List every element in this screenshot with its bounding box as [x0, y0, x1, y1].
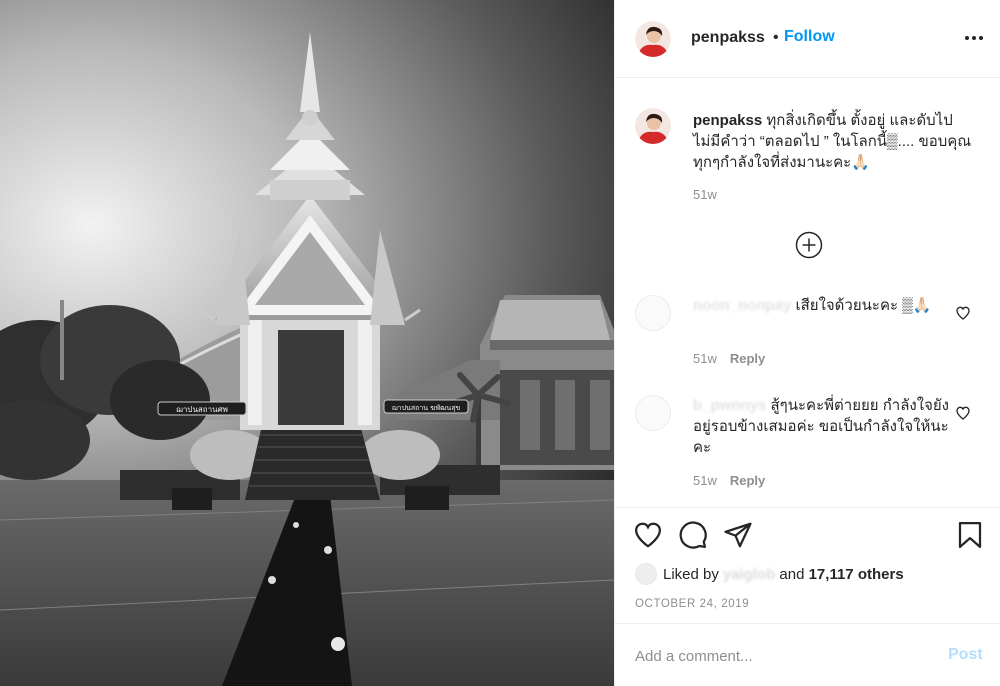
photo-sign-right: ฌาปนสถาน ฆพัฒนสุข: [392, 404, 461, 412]
comment-input[interactable]: [635, 644, 925, 668]
likes-count-link[interactable]: 17,117 others: [809, 566, 904, 583]
comment-username[interactable]: noon_nonpay: [693, 297, 791, 314]
liked-and: and: [779, 565, 805, 583]
add-comment-bar: Post: [615, 623, 1000, 686]
bookmark-icon[interactable]: [955, 520, 985, 550]
photo-sign-left: ฌาปนสถานศพ: [176, 405, 228, 414]
liked-avatar[interactable]: [635, 563, 657, 585]
post-photo[interactable]: ฌาปนสถานศพ ฌาปนสถาน ฆพัฒนสุข: [0, 0, 614, 686]
liked-username[interactable]: yaiglob: [723, 566, 776, 583]
comment-avatar[interactable]: [635, 295, 671, 331]
liked-prefix: Liked by: [663, 565, 719, 583]
comment-text: b_pwnnys สู้ๆนะคะพี่ต่ายยย กำลังใจยังอยู…: [693, 395, 949, 458]
comments-list[interactable]: penpakss ทุกสิ่งเกิดขึ้น ตั้งอยู่ และดับ…: [615, 79, 1000, 507]
heart-icon[interactable]: [633, 520, 663, 550]
comment-timestamp[interactable]: 51w: [693, 351, 717, 366]
post-header: penpakss • Follow: [615, 0, 1000, 78]
post-button[interactable]: Post: [948, 646, 983, 664]
plus-circle-icon[interactable]: [795, 231, 823, 259]
caption-timestamp[interactable]: 51w: [693, 187, 717, 202]
caption-username[interactable]: penpakss: [693, 112, 762, 129]
comment-text: noon_nonpay เสียใจด้วยนะคะ ▒🙏🏻: [693, 295, 949, 316]
separator-dot: •: [773, 29, 779, 46]
comment-meta: 51w Reply: [693, 351, 765, 366]
reply-button[interactable]: Reply: [730, 351, 765, 366]
caption-text: penpakss ทุกสิ่งเกิดขึ้น ตั้งอยู่ และดับ…: [693, 110, 983, 173]
share-icon[interactable]: [723, 520, 753, 550]
post-side-panel: penpakss • Follow penpakss ทุกสิ่งเกิดขึ…: [614, 0, 1000, 686]
temple-photo: ฌาปนสถานศพ ฌาปนสถาน ฆพัฒนสุข: [0, 0, 614, 686]
follow-button[interactable]: Follow: [784, 28, 835, 46]
action-bar: Liked by yaiglob and 17,117 others OCTOB…: [615, 507, 1000, 623]
comment-timestamp[interactable]: 51w: [693, 473, 717, 488]
username-link[interactable]: penpakss: [691, 29, 765, 47]
comment-meta: 51w Reply: [693, 473, 765, 488]
comment-body: เสียใจด้วยนะคะ ▒🙏🏻: [791, 297, 932, 314]
likes-summary: Liked by yaiglob and 17,117 others: [635, 562, 904, 586]
post-date[interactable]: OCTOBER 24, 2019: [635, 598, 749, 610]
avatar[interactable]: [635, 21, 671, 57]
heart-icon[interactable]: [955, 405, 971, 421]
reply-button[interactable]: Reply: [730, 473, 765, 488]
comment-icon[interactable]: [678, 520, 708, 550]
caption-avatar[interactable]: [635, 108, 671, 144]
comment-username[interactable]: b_pwnnys: [693, 397, 766, 414]
heart-icon[interactable]: [955, 305, 971, 321]
more-horizontal-icon[interactable]: [962, 28, 986, 48]
comment-avatar[interactable]: [635, 395, 671, 431]
